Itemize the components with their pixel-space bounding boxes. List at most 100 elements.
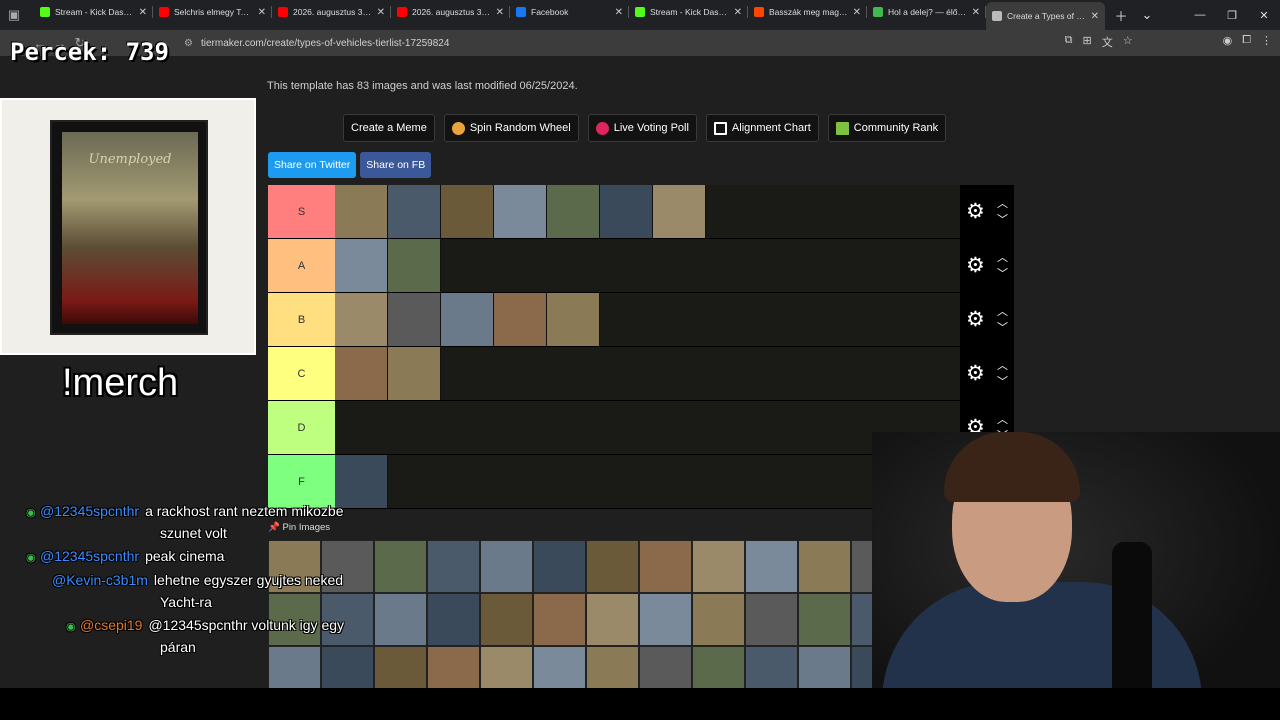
browser-tab[interactable]: Hol a delej? — élő ada ✕ bbox=[867, 0, 986, 24]
tier-label[interactable]: A bbox=[268, 239, 335, 292]
box-truck-image[interactable] bbox=[388, 347, 441, 400]
tier-controls: ⚙ ︿﹀ bbox=[960, 239, 1014, 292]
pickup-truck-image[interactable] bbox=[547, 293, 600, 346]
fighter-jet-image[interactable] bbox=[335, 347, 388, 400]
tab-search-icon[interactable]: ▣ bbox=[4, 5, 24, 25]
tier-label[interactable]: C bbox=[268, 347, 335, 400]
tab-favicon-icon bbox=[635, 7, 645, 17]
pool-image[interactable] bbox=[745, 540, 798, 593]
speedboat-image[interactable] bbox=[388, 293, 441, 346]
chevron-up-icon[interactable]: ︿ bbox=[997, 196, 1008, 212]
motorcycle-image[interactable] bbox=[388, 185, 441, 238]
browser-tab[interactable]: 2026. augusztus 3. - Yo ✕ bbox=[272, 0, 391, 24]
pool-image[interactable] bbox=[692, 593, 745, 646]
gear-icon[interactable]: ⚙ bbox=[966, 307, 985, 332]
tier-row-b: B ⚙ ︿ ﹀ bbox=[268, 293, 1014, 347]
chevron-up-icon[interactable]: ︿ bbox=[997, 304, 1008, 320]
browser-tab[interactable]: Selchris elmegy Tomori ✕ bbox=[153, 0, 272, 24]
maximize-icon[interactable]: ❐ bbox=[1216, 0, 1248, 30]
alignment-chart-button[interactable]: Alignment Chart bbox=[705, 114, 819, 142]
pool-image[interactable] bbox=[798, 593, 851, 646]
suv-image[interactable] bbox=[388, 239, 441, 292]
tab-close-icon[interactable]: ✕ bbox=[496, 7, 504, 18]
chevron-down-icon[interactable]: ﹀ bbox=[997, 212, 1008, 228]
browser-tab[interactable]: Create a Types of Vehic ✕ bbox=[986, 2, 1105, 30]
community-rank-button[interactable]: Community Rank bbox=[827, 114, 947, 142]
tab-close-icon[interactable]: ✕ bbox=[1091, 11, 1099, 22]
pool-image[interactable] bbox=[639, 540, 692, 593]
tab-close-icon[interactable]: ✕ bbox=[258, 7, 266, 18]
pool-image[interactable] bbox=[798, 540, 851, 593]
chevron-up-icon[interactable]: ︿ bbox=[997, 412, 1008, 428]
tab-close-icon[interactable]: ✕ bbox=[615, 7, 623, 18]
chat-message: @Kevin-c3b1m lehetne egyszer gyujtes neke… bbox=[52, 569, 343, 591]
chat-username: @Kevin-c3b1m bbox=[52, 572, 148, 588]
pool-image[interactable] bbox=[745, 593, 798, 646]
profile-icon[interactable]: ◉ bbox=[1223, 34, 1233, 50]
pool-image[interactable] bbox=[533, 540, 586, 593]
tier-label[interactable]: B bbox=[268, 293, 335, 346]
share-fb-button[interactable]: Share on FB bbox=[360, 152, 432, 178]
pool-image[interactable] bbox=[480, 540, 533, 593]
mail-truck-image[interactable] bbox=[494, 185, 547, 238]
gear-icon[interactable]: ⚙ bbox=[966, 253, 985, 278]
rocket-image[interactable] bbox=[600, 185, 653, 238]
tab-list-icon[interactable]: ⌄ bbox=[1137, 5, 1157, 25]
tab-close-icon[interactable]: ✕ bbox=[139, 7, 147, 18]
tier-label[interactable]: S bbox=[268, 185, 335, 238]
spin-random-wheel-button[interactable]: Spin Random Wheel bbox=[443, 114, 579, 142]
pool-image[interactable] bbox=[586, 593, 639, 646]
ambulance-image[interactable] bbox=[547, 185, 600, 238]
close-window-icon[interactable]: ✕ bbox=[1248, 0, 1280, 30]
road-roller-image[interactable] bbox=[441, 185, 494, 238]
menu-icon[interactable]: ⋮ bbox=[1261, 34, 1272, 50]
browser-tab[interactable]: Facebook ✕ bbox=[510, 0, 629, 24]
tab-close-icon[interactable]: ✕ bbox=[972, 7, 980, 18]
wheel-icon bbox=[451, 121, 465, 135]
gear-icon[interactable]: ⚙ bbox=[966, 361, 985, 386]
browser-tab[interactable]: Stream - Kick Dashboar ✕ bbox=[629, 0, 748, 24]
pool-image[interactable] bbox=[692, 540, 745, 593]
pool-image[interactable] bbox=[427, 540, 480, 593]
pool-image[interactable] bbox=[374, 540, 427, 593]
pool-image[interactable] bbox=[480, 593, 533, 646]
chevron-down-icon[interactable]: ﹀ bbox=[997, 374, 1008, 390]
pool-image[interactable] bbox=[374, 593, 427, 646]
chevron-up-icon[interactable]: ︿ bbox=[997, 358, 1008, 374]
chevron-down-icon[interactable]: ﹀ bbox=[997, 266, 1008, 282]
tab-close-icon[interactable]: ✕ bbox=[377, 7, 385, 18]
minimize-icon[interactable]: — bbox=[1184, 0, 1216, 30]
share-twitter-button[interactable]: Share on Twitter bbox=[268, 152, 357, 178]
bus-image[interactable] bbox=[653, 185, 706, 238]
pool-image[interactable] bbox=[427, 593, 480, 646]
create-a-meme-button[interactable]: Create a Meme bbox=[343, 114, 435, 142]
browser-tab[interactable]: 2026. augusztus 3. - Yo ✕ bbox=[391, 0, 510, 24]
tab-close-icon[interactable]: ✕ bbox=[734, 7, 742, 18]
train-image[interactable] bbox=[335, 293, 388, 346]
extensions-icon[interactable]: ⧠ bbox=[1242, 34, 1251, 50]
bullet-train-image[interactable] bbox=[494, 293, 547, 346]
screenshot-icon[interactable]: ⧉ bbox=[1065, 34, 1073, 50]
sedan-image[interactable] bbox=[441, 293, 494, 346]
site-info-icon[interactable]: ⚙ bbox=[184, 38, 193, 49]
chevron-down-icon[interactable]: ﹀ bbox=[997, 320, 1008, 336]
tier-label[interactable]: D bbox=[268, 401, 335, 454]
chat-text: a rackhost rant neztem mikozbe bbox=[145, 503, 344, 519]
live-voting-poll-button[interactable]: Live Voting Poll bbox=[587, 114, 697, 142]
new-tab-icon[interactable]: ＋ bbox=[1111, 5, 1131, 25]
tab-favicon-icon bbox=[516, 7, 526, 17]
cruise-ship-image[interactable] bbox=[335, 239, 388, 292]
browser-tab[interactable]: Stream - Kick Dashboar ✕ bbox=[34, 0, 153, 24]
pool-image[interactable] bbox=[639, 593, 692, 646]
install-icon[interactable]: ⊞ bbox=[1082, 34, 1091, 50]
url-field[interactable]: ⚙ tiermaker.com/create/types-of-vehicles… bbox=[180, 33, 1140, 53]
dump-truck-image[interactable] bbox=[335, 185, 388, 238]
pool-image[interactable] bbox=[533, 593, 586, 646]
gear-icon[interactable]: ⚙ bbox=[966, 199, 985, 224]
bookmark-star-icon[interactable]: ☆ bbox=[1123, 34, 1133, 50]
translate-icon[interactable]: 文 bbox=[1102, 34, 1113, 50]
tab-close-icon[interactable]: ✕ bbox=[853, 7, 861, 18]
browser-tab[interactable]: Basszák meg magukat ✕ bbox=[748, 0, 867, 24]
pool-image[interactable] bbox=[586, 540, 639, 593]
chevron-up-icon[interactable]: ︿ bbox=[997, 250, 1008, 266]
